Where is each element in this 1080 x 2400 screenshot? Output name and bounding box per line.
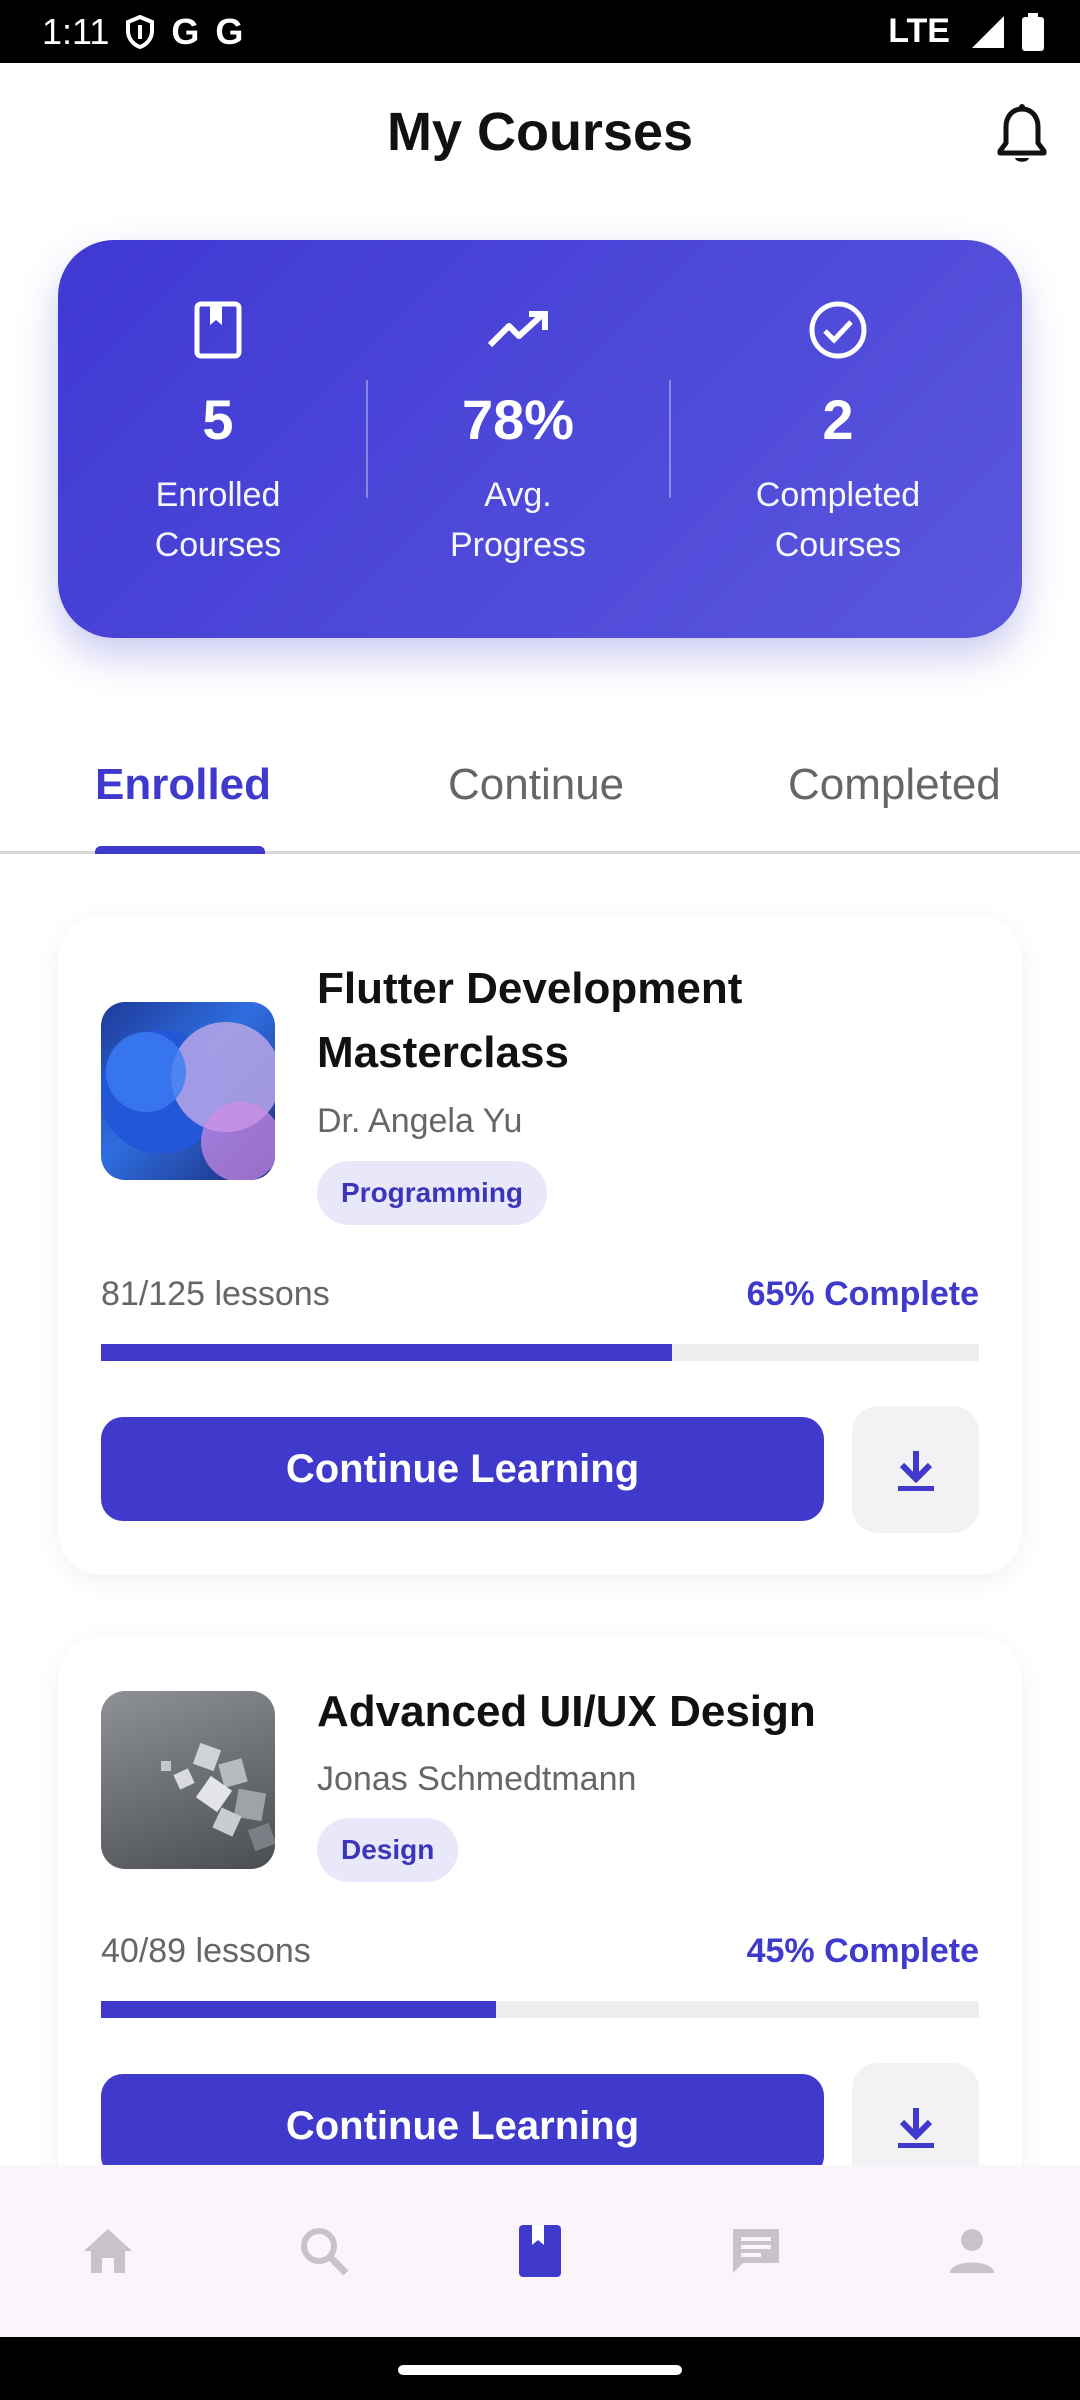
profile-icon (950, 2229, 994, 2273)
stat-value: 2 (822, 388, 854, 451)
status-left: 1:11 G G (42, 11, 243, 53)
nav-messages[interactable] (696, 2191, 816, 2311)
bottom-navigation (0, 2165, 1080, 2337)
page-title: My Courses (386, 102, 694, 162)
tab-completed[interactable]: Completed (788, 760, 1001, 810)
download-button[interactable] (852, 1406, 979, 1533)
app-header: My Courses (0, 63, 1080, 208)
search-icon (301, 2228, 349, 2276)
completion-percent: 45% Complete (746, 1932, 979, 1970)
continue-learning-button[interactable]: Continue Learning (101, 1417, 824, 1521)
progress-bar (101, 2001, 979, 2018)
nav-search[interactable] (264, 2191, 384, 2311)
battery-icon (1022, 12, 1044, 51)
stat-label-line: Courses (774, 526, 902, 564)
status-right: LTE (888, 12, 1044, 51)
stat-completed: 2 Completed Courses (688, 298, 988, 570)
course-category-tag: Programming (317, 1161, 548, 1225)
home-icon (84, 2229, 132, 2273)
course-tabs: Enrolled Continue Completed (0, 740, 1080, 854)
stat-value: 5 (202, 388, 234, 451)
progress-bar (101, 1344, 979, 1361)
active-tab-indicator (95, 846, 265, 854)
course-title-line: Advanced UI/UX Design (317, 1687, 816, 1736)
google-g-icon: G (215, 10, 244, 52)
progress-bar-fill (101, 2001, 497, 2018)
course-card[interactable]: Flutter Development Masterclass Dr. Ange… (58, 915, 1022, 1575)
tab-enrolled[interactable]: Enrolled (95, 760, 271, 810)
home-gesture-handle[interactable] (398, 2365, 682, 2375)
trending-up-icon (487, 311, 548, 348)
stat-label-line: Completed (755, 476, 921, 514)
stats-summary-card: 5 Enrolled Courses 78% Avg. Progress 2 C… (58, 240, 1022, 638)
tab-continue[interactable]: Continue (448, 760, 624, 810)
completion-percent: 65% Complete (746, 1275, 979, 1313)
stat-label-line: Progress (449, 526, 587, 564)
status-time: 1:11 (42, 10, 110, 52)
book-icon (519, 2225, 561, 2277)
stat-label-line: Enrolled (155, 476, 281, 514)
course-thumbnail (101, 1691, 275, 1869)
stat-divider (669, 380, 671, 498)
gesture-navigation-bar (0, 2337, 1080, 2400)
check-circle-icon (809, 301, 867, 359)
signal-icon (972, 15, 1004, 48)
course-title: Advanced UI/UX Design (317, 1680, 982, 1744)
lessons-count: 40/89 lessons (101, 1932, 311, 1970)
course-thumbnail-art (161, 1742, 275, 1852)
stat-label: Enrolled Courses (68, 470, 368, 570)
shield-icon (126, 14, 155, 49)
nav-my-courses[interactable] (480, 2191, 600, 2311)
notification-bell-icon[interactable] (994, 103, 1050, 167)
download-icon (897, 1450, 934, 1491)
stat-label-line: Avg. (484, 476, 552, 514)
status-bar: 1:11 G G LTE (0, 0, 1080, 63)
stat-label: Completed Courses (688, 470, 988, 570)
network-type: LTE (888, 12, 950, 50)
progress-bar-fill (101, 1344, 672, 1361)
course-thumbnail (101, 1002, 275, 1180)
download-icon (897, 2107, 934, 2148)
stat-avg-progress: 78% Avg. Progress (368, 298, 668, 570)
book-icon (194, 301, 242, 359)
continue-learning-button[interactable]: Continue Learning (101, 2074, 824, 2178)
stat-label: Avg. Progress (368, 470, 668, 570)
course-category-tag: Design (317, 1818, 459, 1882)
course-title-line: Flutter Development (317, 964, 743, 1013)
nav-home[interactable] (48, 2191, 168, 2311)
course-thumbnail-art (101, 1022, 275, 1180)
course-instructor: Jonas Schmedtmann (317, 1760, 637, 1798)
course-title: Flutter Development Masterclass (317, 957, 982, 1085)
screen: 1:11 G G LTE My Courses 5 Enrolled Cours… (0, 0, 1080, 2400)
nav-profile[interactable] (912, 2191, 1032, 2311)
google-g-icon: G (171, 10, 200, 52)
stat-enrolled: 5 Enrolled Courses (68, 298, 368, 570)
course-instructor: Dr. Angela Yu (317, 1102, 523, 1140)
chat-icon (733, 2229, 779, 2273)
course-title-line: Masterclass (317, 1028, 569, 1077)
stat-value: 78% (461, 388, 575, 451)
stat-label-line: Courses (154, 526, 282, 564)
lessons-count: 81/125 lessons (101, 1275, 330, 1313)
